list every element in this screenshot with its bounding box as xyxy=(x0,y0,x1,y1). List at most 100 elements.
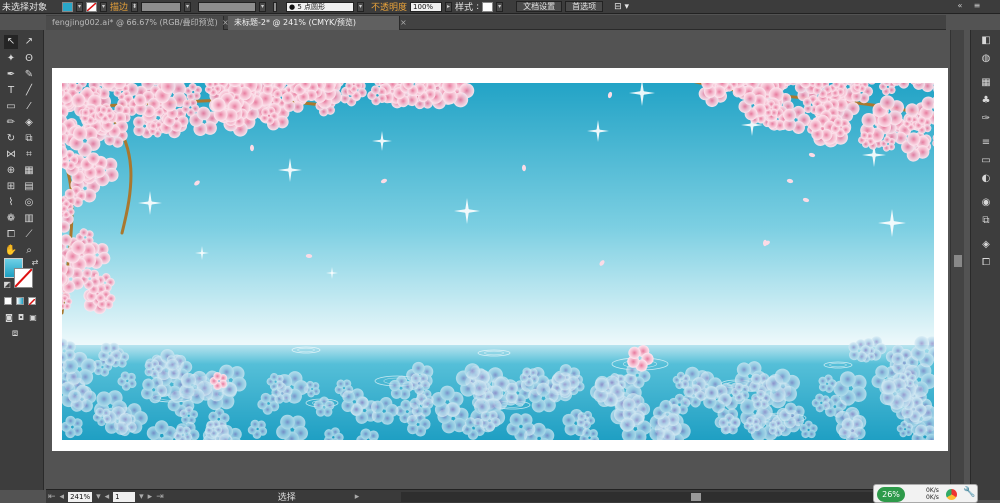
style-label: 样式 xyxy=(455,3,474,13)
layers-icon[interactable]: ◈ xyxy=(979,238,993,252)
color-mode-icon[interactable] xyxy=(4,297,12,305)
scene-svg xyxy=(62,83,934,440)
gradient-mode-icon[interactable] xyxy=(16,297,24,305)
tab-fengjing002[interactable]: fengjing002.ai* @ 66.67% (RGB/叠印预览) xyxy=(46,16,224,30)
free-transform-tool-icon[interactable]: ⌗ xyxy=(22,148,36,162)
tab-untitled-2[interactable]: 未标题-2* @ 241% (CMYK/预览) xyxy=(228,16,400,30)
paintbrush-tool-icon[interactable]: ⁄ xyxy=(22,100,36,114)
swatches-icon[interactable]: ▦ xyxy=(979,76,993,90)
document-tabs: fengjing002.ai* @ 66.67% (RGB/叠印预览) × 未标… xyxy=(46,15,946,30)
minimize-icon[interactable]: « xyxy=(955,1,965,11)
column-graph-icon[interactable]: ▥ xyxy=(22,212,36,226)
zoom-field[interactable]: 241% xyxy=(68,491,93,502)
fill-dropdown-icon[interactable]: ▾ xyxy=(76,1,84,12)
curvature-tool-icon[interactable]: ✎ xyxy=(22,68,36,82)
brushes-icon[interactable]: ✑ xyxy=(979,112,993,126)
close-tab-untitled-icon[interactable]: × xyxy=(400,16,410,30)
previous-artboard-icon[interactable]: ◂ xyxy=(60,492,65,502)
status-menu-icon[interactable]: ▸ xyxy=(355,492,360,502)
blend-tool-icon[interactable]: ◎ xyxy=(22,196,36,210)
arrange-icon[interactable]: ⊟ ▾ xyxy=(614,2,629,12)
upload-speed: 0K/s xyxy=(926,487,939,494)
rectangle-tool-icon[interactable]: ▭ xyxy=(4,100,18,114)
symbol-sprayer-icon[interactable]: ❁ xyxy=(4,212,18,226)
network-speeds: 0K/s 0K/s xyxy=(926,487,939,501)
color-guide-icon[interactable]: ◧ xyxy=(979,34,993,48)
document-setup-button[interactable]: 文档设置 xyxy=(516,1,563,12)
next-page-icon[interactable]: ▸ xyxy=(148,492,153,502)
stroke-label[interactable]: 描边 xyxy=(110,0,128,13)
horizontal-scrollbar[interactable] xyxy=(401,492,946,502)
pencil-tool-icon[interactable]: ✏ xyxy=(4,116,18,130)
network-speed-widget[interactable]: 26% 0K/s 0K/s 🔧 xyxy=(873,484,978,503)
artboard-tool-icon[interactable]: ⧠ xyxy=(4,228,18,242)
horizontal-scroll-thumb[interactable] xyxy=(691,493,701,501)
vertical-scroll-thumb[interactable] xyxy=(954,255,962,267)
first-artboard-icon[interactable]: ⇤ xyxy=(48,492,56,502)
stroke-panel-icon[interactable]: ≡ xyxy=(979,136,993,150)
gradient-panel-icon[interactable]: ▭ xyxy=(979,154,993,168)
preferences-button[interactable]: 首选项 xyxy=(565,1,604,12)
line-tool-icon[interactable]: ╱ xyxy=(22,84,36,98)
stroke-weight-stepper[interactable]: ⬍ xyxy=(131,1,139,12)
stroke-swatch[interactable] xyxy=(86,1,98,12)
hand-tool-icon[interactable]: ✋ xyxy=(4,244,18,258)
zoom-dropdown-icon[interactable]: ▾ xyxy=(96,492,101,502)
magic-wand-icon[interactable]: ✦ xyxy=(4,52,18,66)
selection-tool-icon[interactable]: ↖ xyxy=(4,35,18,49)
wrench-icon[interactable]: 🔧 xyxy=(963,487,975,498)
appearance-icon[interactable]: ◉ xyxy=(979,196,993,210)
vertical-scrollbar[interactable] xyxy=(950,30,964,490)
stroke-weight-dropdown-icon[interactable]: ▾ xyxy=(184,1,192,12)
shape-builder-icon[interactable]: ⊕ xyxy=(4,164,18,178)
tools-panel: ↖ ↗ ✦ ʘ ✒ ✎ T ╱ ▭ ⁄ ✏ ◈ ↻ ⧉ ⋈ ⌗ ⊕ ▦ ⊞ ▤ … xyxy=(0,30,44,490)
gradient-tool-icon[interactable]: ▤ xyxy=(22,180,36,194)
artboard-number-field[interactable]: 1 xyxy=(113,491,136,502)
graphic-styles-icon[interactable]: ⧉ xyxy=(979,214,993,228)
lasso-tool-icon[interactable]: ʘ xyxy=(22,52,36,66)
opacity-field[interactable]: 100% xyxy=(410,1,443,12)
screen-mode-icon[interactable]: ⧈ xyxy=(8,327,22,341)
type-tool-icon[interactable]: T xyxy=(4,84,18,98)
page-dropdown-icon[interactable]: ▾ xyxy=(139,492,144,502)
control-bar: 未选择对象 ▾ ▾ 描边 ⬍ ▾ ▾ ● 5 点圆形 ▾ 不透明度 100% ▸… xyxy=(0,0,1000,14)
eraser-tool-icon[interactable]: ◈ xyxy=(22,116,36,130)
color-panel-icon[interactable]: ◍ xyxy=(979,52,993,66)
variable-width-dropdown-icon[interactable]: ▾ xyxy=(259,1,267,12)
default-colors-icon[interactable]: ◩ xyxy=(0,278,14,292)
brush-dropdown-icon[interactable]: ▾ xyxy=(357,1,365,12)
browser-icon xyxy=(946,489,957,500)
slice-tool-icon[interactable]: ⟋ xyxy=(22,228,36,242)
fill-swatch[interactable] xyxy=(62,1,74,12)
variable-width-field[interactable] xyxy=(198,1,257,12)
eyedropper-tool-icon[interactable]: ⌇ xyxy=(4,196,18,210)
panel-dock: ◧ ◍ ▦ ♣ ✑ ≡ ▭ ◐ ◉ ⧉ ◈ ⧠ xyxy=(970,30,1000,500)
style-dropdown-icon[interactable]: ▾ xyxy=(496,1,504,12)
stroke-color-box[interactable] xyxy=(14,268,33,288)
stroke-weight-field[interactable] xyxy=(141,1,182,12)
style-swatch[interactable] xyxy=(482,1,494,12)
no-stroke-slash-icon xyxy=(14,268,33,288)
panel-menu-icon[interactable]: ≡ xyxy=(972,1,982,11)
brush-field[interactable]: ● 5 点圆形 xyxy=(286,1,355,12)
perspective-grid-icon[interactable]: ▦ xyxy=(22,164,36,178)
last-page-icon[interactable]: ⇥ xyxy=(156,492,164,502)
direct-selection-tool-icon[interactable]: ↗ xyxy=(22,35,36,49)
current-tool-status: 选择 xyxy=(277,493,296,503)
swap-colors-icon[interactable]: ⇄ xyxy=(28,256,42,270)
opacity-label[interactable]: 不透明度 xyxy=(371,0,407,13)
pen-tool-icon[interactable]: ✒ xyxy=(4,68,18,82)
mesh-tool-icon[interactable]: ⊞ xyxy=(4,180,18,194)
width-tool-icon[interactable]: ⋈ xyxy=(4,148,18,162)
opacity-dropdown-icon[interactable]: ▸ xyxy=(445,1,453,12)
transparency-icon[interactable]: ◐ xyxy=(979,172,993,186)
rotate-tool-icon[interactable]: ↻ xyxy=(4,132,18,146)
prev-page-icon[interactable]: ◂ xyxy=(105,492,110,502)
stroke-dropdown-icon[interactable]: ▾ xyxy=(100,1,108,12)
none-mode-icon[interactable] xyxy=(28,297,36,306)
artboards-panel-icon[interactable]: ⧠ xyxy=(979,256,993,270)
cherry-blossom-illustration xyxy=(62,83,934,440)
draw-inside-icon[interactable]: ▣ xyxy=(26,311,40,325)
symbols-icon[interactable]: ♣ xyxy=(979,94,993,108)
scale-tool-icon[interactable]: ⧉ xyxy=(22,132,36,146)
